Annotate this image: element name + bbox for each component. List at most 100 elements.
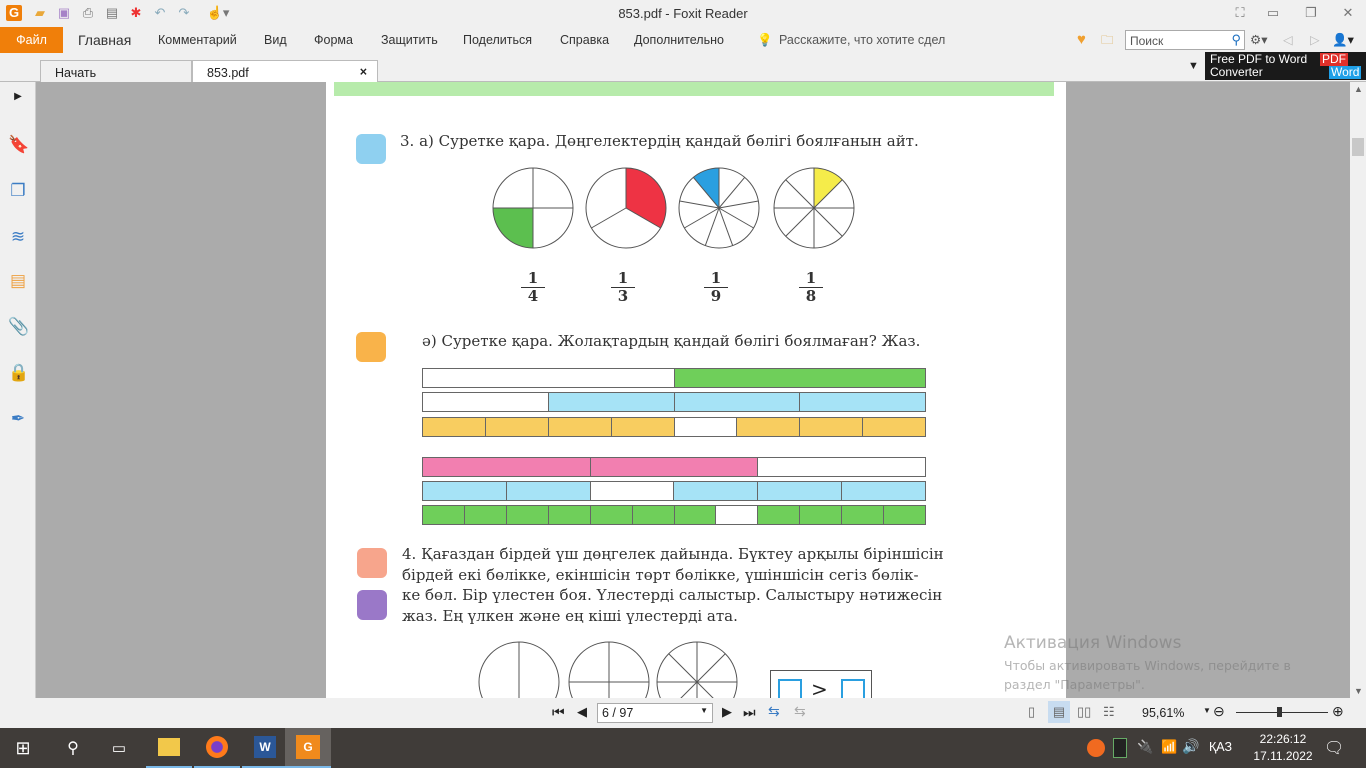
search-input[interactable]: Поиск ⚲ xyxy=(1125,30,1245,50)
fold-line xyxy=(668,653,698,683)
pages-icon[interactable]: ❐ xyxy=(8,180,28,202)
fold-line xyxy=(680,681,698,698)
task-view-icon[interactable]: ▭ xyxy=(96,728,142,768)
fullscreen-icon[interactable]: ⛶ xyxy=(1232,5,1248,21)
menu-comment[interactable]: Комментарий xyxy=(158,27,237,53)
attachment-icon[interactable]: 📎 xyxy=(8,316,29,338)
zoom-out-icon[interactable]: ⊖ xyxy=(1213,703,1225,720)
menu-protect[interactable]: Защитить xyxy=(381,27,438,53)
shaded-segment xyxy=(674,369,925,387)
next-view-icon[interactable]: ⇆ xyxy=(794,703,806,720)
vertical-scrollbar[interactable]: ▲ ▼ xyxy=(1350,82,1366,698)
shaded-segment xyxy=(800,418,864,436)
zoom-slider-thumb[interactable] xyxy=(1277,707,1283,717)
find-folder-icon[interactable]: 🗀 xyxy=(1101,27,1114,53)
heart-icon[interactable]: ♥ xyxy=(1077,27,1086,53)
menu-form[interactable]: Форма xyxy=(314,27,353,53)
tab-853-pdf[interactable]: 853.pdf × xyxy=(192,60,378,82)
clock[interactable]: 22:26:12 17.11.2022 xyxy=(1248,731,1318,765)
close-tab-icon[interactable]: × xyxy=(360,65,367,79)
wifi-icon[interactable]: 📶 xyxy=(1161,739,1177,755)
close-button[interactable]: ✕ xyxy=(1340,5,1356,21)
search-icon[interactable]: ⚲ xyxy=(50,728,96,768)
tray-app-icon[interactable] xyxy=(1087,739,1105,757)
expand-panel-icon[interactable]: ▶ xyxy=(8,86,28,108)
zoom-dropdown-icon[interactable]: ▼ xyxy=(1203,706,1211,715)
file-explorer-icon[interactable] xyxy=(146,728,192,768)
shaded-segment xyxy=(632,506,675,524)
first-page-icon[interactable]: ⏮ xyxy=(552,704,565,721)
next-page-icon[interactable]: ▶ xyxy=(722,704,732,720)
menu-help[interactable]: Справка xyxy=(560,27,609,53)
division-line xyxy=(679,200,720,209)
restore-button[interactable]: ❐ xyxy=(1303,5,1319,21)
search-icon[interactable]: ⚲ xyxy=(1231,32,1241,48)
bookmark-icon[interactable]: 🔖 xyxy=(8,134,29,156)
firefox-icon[interactable] xyxy=(194,728,240,768)
facing-page-icon[interactable]: ▯▯ xyxy=(1077,704,1091,720)
notifications-icon[interactable]: 🗨 xyxy=(1324,738,1344,758)
minimize-button[interactable]: ▭ xyxy=(1265,5,1281,21)
layers-icon[interactable]: ≋ xyxy=(8,226,28,248)
zoom-slider[interactable] xyxy=(1236,707,1328,717)
unshaded-segment xyxy=(758,458,926,476)
language-indicator[interactable]: ҚАЗ xyxy=(1209,740,1232,754)
menu-view[interactable]: Вид xyxy=(264,27,287,53)
user-icon[interactable]: 👤▾ xyxy=(1332,27,1354,53)
tab-start[interactable]: Начать xyxy=(40,60,192,82)
shaded-segment xyxy=(548,506,591,524)
answer-square xyxy=(778,679,802,698)
menu-file[interactable]: Файл xyxy=(0,27,63,53)
signature-icon[interactable]: ✒ xyxy=(8,408,28,430)
menu-home[interactable]: Главная xyxy=(78,27,131,53)
continuous-page-icon[interactable]: ▤ xyxy=(1048,701,1070,723)
menu-extra[interactable]: Дополнительно xyxy=(634,27,724,53)
scroll-down-icon[interactable]: ▼ xyxy=(1354,686,1363,696)
page-number-input[interactable]: 6 / 97 ▼ xyxy=(597,703,713,723)
foxit-taskbar-icon[interactable]: G xyxy=(285,728,331,768)
settings-icon[interactable]: ⚙▾ xyxy=(1250,27,1267,53)
battery-icon[interactable]: 🔌 xyxy=(1137,739,1153,755)
menu-share[interactable]: Поделиться xyxy=(463,27,532,53)
task-4-text: 4. Қағаздан бірдей үш дөңгелек дайында. … xyxy=(402,544,944,626)
shaded-sector xyxy=(814,168,843,208)
security-lock-icon[interactable]: 🔒 xyxy=(8,362,29,384)
comments-icon[interactable]: ▤ xyxy=(8,270,28,292)
shaded-segment xyxy=(674,506,717,524)
fold-line xyxy=(696,653,726,683)
prev-icon[interactable]: ◁ xyxy=(1283,27,1293,53)
next-icon[interactable]: ▷ xyxy=(1310,27,1320,53)
pdf-to-word-ad[interactable]: Free PDF to Word Converter PDF Word xyxy=(1205,52,1366,80)
continuous-facing-icon[interactable]: ☷ xyxy=(1103,704,1115,720)
scroll-thumb[interactable] xyxy=(1352,138,1364,156)
zoom-level[interactable]: 95,61% xyxy=(1142,706,1184,720)
fraction-bar xyxy=(422,368,926,388)
fold-line xyxy=(696,681,714,698)
tab-list-dropdown-icon[interactable]: ▼ xyxy=(1188,60,1199,72)
single-page-icon[interactable]: ▯ xyxy=(1028,704,1035,720)
shaded-segment xyxy=(485,418,549,436)
task-4-line: бірдей екі бөлікке, екіншісін төрт бөлік… xyxy=(402,565,919,584)
fraction-3: 19 xyxy=(704,270,728,305)
word-icon[interactable]: W xyxy=(242,728,288,768)
shaded-segment xyxy=(863,418,925,436)
windows-start-icon[interactable]: ⊞ xyxy=(0,728,46,768)
shaded-segment xyxy=(758,506,801,524)
shaded-segment xyxy=(674,393,801,411)
lightbulb-icon: 💡 xyxy=(757,33,773,47)
numerator: 1 xyxy=(611,270,635,288)
prev-page-icon[interactable]: ◀ xyxy=(577,704,587,720)
search-placeholder: Поиск xyxy=(1130,34,1164,48)
dropdown-icon[interactable]: ▼ xyxy=(700,706,708,715)
tell-me-input[interactable]: Расскажите, что хотите сдел xyxy=(779,27,945,53)
last-page-icon[interactable]: ⏭ xyxy=(743,704,756,721)
shaded-segment xyxy=(506,482,591,500)
fraction-1: 14 xyxy=(521,270,545,305)
nvidia-icon[interactable] xyxy=(1113,738,1127,758)
shaded-segment xyxy=(548,418,612,436)
volume-icon[interactable]: 🔊 xyxy=(1182,738,1199,755)
zoom-in-icon[interactable]: ⊕ xyxy=(1332,703,1344,720)
previous-view-icon[interactable]: ⇆ xyxy=(768,703,780,720)
scroll-up-icon[interactable]: ▲ xyxy=(1354,84,1363,94)
shaded-segment xyxy=(423,506,465,524)
